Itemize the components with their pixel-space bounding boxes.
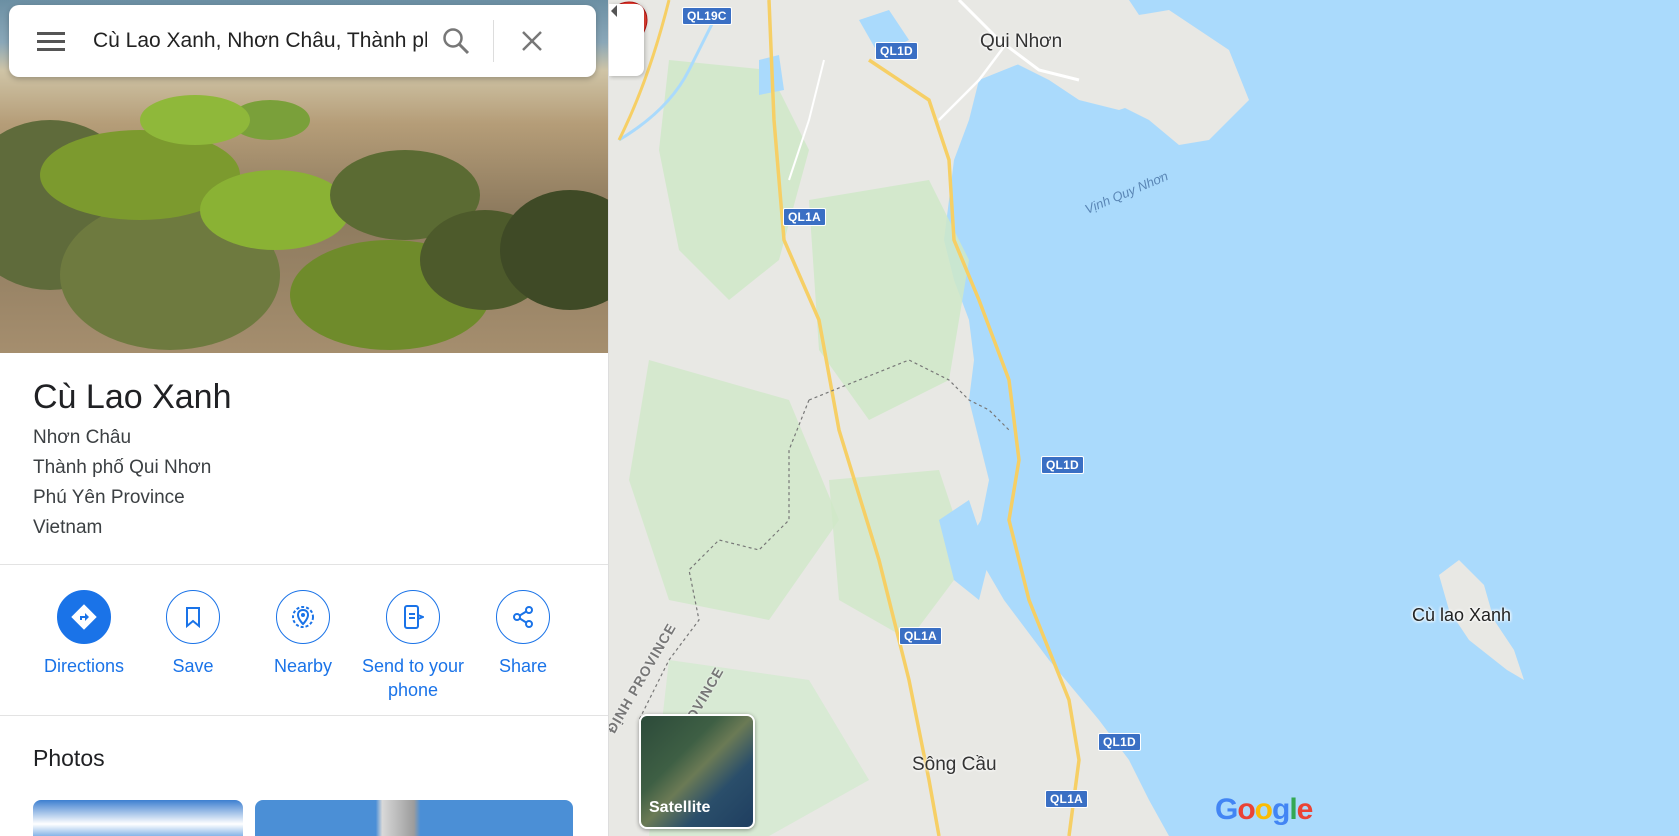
divider: [0, 715, 608, 716]
road-shield: QL1A: [899, 627, 942, 645]
road-shield: QL19C: [682, 7, 732, 25]
address-line: Thành phố Qui Nhơn: [33, 457, 212, 478]
share-button[interactable]: Share: [468, 590, 578, 678]
nearby-label: Nearby: [273, 656, 333, 676]
close-icon: [522, 31, 542, 51]
search-input[interactable]: [93, 29, 427, 53]
city-label-song-cau[interactable]: Sông Cầu: [912, 754, 997, 776]
divider: [493, 20, 494, 62]
bookmark-icon: [186, 607, 200, 628]
directions-button[interactable]: Directions: [29, 590, 139, 678]
map-geography: [609, 0, 1524, 836]
search-box: [9, 5, 596, 77]
google-logo: Google: [1215, 793, 1313, 826]
share-icon: [513, 606, 533, 628]
photos-heading: Photos: [33, 745, 105, 771]
close-button[interactable]: [502, 5, 562, 77]
satellite-layer-toggle[interactable]: Satellite: [639, 714, 755, 829]
road-shield: QL1A: [1045, 790, 1088, 808]
pin-label[interactable]: Cù lao Xanh: [1412, 605, 1511, 626]
photo-thumbnail[interactable]: [33, 800, 243, 836]
save-label: Save: [172, 656, 214, 676]
search-icon: [443, 28, 470, 55]
directions-label: Directions: [43, 656, 125, 676]
photo-thumbnail[interactable]: [255, 800, 573, 836]
send-to-phone-icon: [404, 605, 424, 629]
map-canvas[interactable]: QL19C QL1D QL1A QL1D QL1A QL1D QL1A Qui …: [609, 0, 1679, 836]
caret-left-icon: [611, 5, 617, 17]
directions-icon: [71, 604, 97, 630]
satellite-label: Satellite: [649, 799, 711, 816]
road-shield: QL1D: [875, 42, 918, 60]
nearby-icon: [292, 606, 314, 628]
divider: [0, 564, 608, 565]
send-to-phone-button[interactable]: Send to your phone: [358, 590, 468, 702]
city-label-qui-nhon[interactable]: Qui Nhơn: [980, 31, 1062, 53]
place-panel: Cù Lao Xanh Nhơn Châu Thành phố Qui Nhơn…: [0, 0, 609, 836]
save-button[interactable]: Save: [138, 590, 248, 678]
address-line: Phú Yên Province: [33, 487, 185, 508]
share-label: Share: [498, 656, 548, 676]
search-button[interactable]: [427, 5, 485, 77]
address-line: Vietnam: [33, 517, 103, 538]
collapse-panel-button[interactable]: [609, 4, 644, 76]
road-shield: QL1D: [1041, 456, 1084, 474]
send-to-phone-label: Send to your phone: [361, 656, 465, 700]
road-shield: QL1A: [783, 208, 826, 226]
hamburger-menu-icon: [37, 32, 65, 51]
nearby-button[interactable]: Nearby: [248, 590, 358, 678]
menu-button[interactable]: [9, 5, 93, 77]
address-line: Nhơn Châu: [33, 427, 132, 448]
place-title: Cù Lao Xanh: [33, 378, 232, 416]
road-shield: QL1D: [1098, 733, 1141, 751]
